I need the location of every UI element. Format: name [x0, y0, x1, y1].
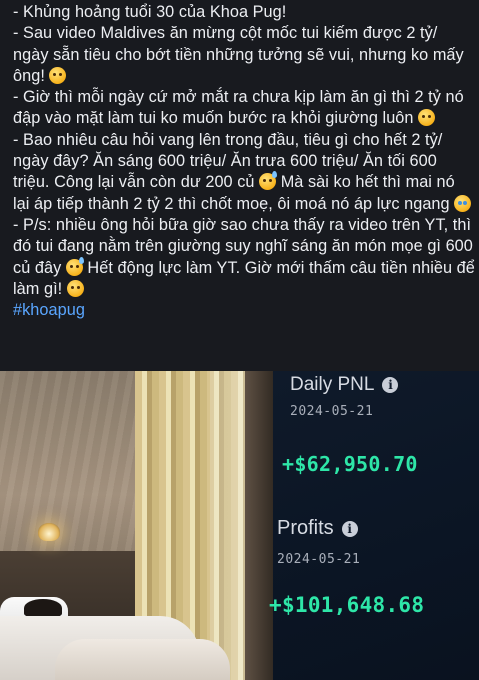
sweat-smile-emoji-icon: [65, 256, 84, 276]
crying-emoji-icon: [454, 194, 472, 212]
window-frame: [245, 371, 275, 680]
person-hair: [24, 599, 62, 617]
pensive-emoji-icon: [418, 109, 436, 127]
daily-pnl-amount: +$62,950.70: [282, 452, 418, 476]
info-icon[interactable]: i: [341, 521, 358, 537]
sweat-smile-emoji-icon: [259, 171, 278, 191]
wall-lamp: [38, 523, 60, 541]
post-line: - Giờ thì mỗi ngày cứ mở mắt ra chưa kịp…: [13, 88, 464, 128]
post-line: - Sau video Maldives ăn mừng cột mốc tui…: [13, 24, 464, 85]
daily-pnl-date: 2024-05-21: [290, 404, 374, 419]
frowning-emoji-icon: [66, 279, 84, 297]
flushed-emoji-icon: [49, 66, 67, 84]
daily-pnl-label: Daily PNL i: [290, 374, 399, 396]
phone-overlay: Daily PNL i 2024-05-21 +$62,950.70 Profit…: [269, 371, 479, 680]
post-photo[interactable]: Daily PNL i 2024-05-21 +$62,950.70 Profit…: [0, 371, 479, 680]
post-line: - P/s: nhiều ông hỏi bữa giờ sao chưa th…: [13, 215, 475, 298]
profits-label: Profits i: [277, 517, 358, 540]
blanket: [55, 639, 230, 680]
hashtag-link[interactable]: #khoapug: [13, 301, 85, 319]
info-icon[interactable]: i: [382, 377, 399, 393]
profits-amount: +$101,648.68: [269, 593, 425, 617]
profits-date: 2024-05-21: [277, 552, 361, 567]
post-text: - Khủng hoảng tuổi 30 của Khoa Pug! - Sa…: [13, 2, 475, 321]
hashtag-line: #khoapug: [13, 300, 475, 321]
post-line: - Khủng hoảng tuổi 30 của Khoa Pug!: [13, 3, 287, 21]
post-line: - Bao nhiêu câu hỏi vang lên trong đầu, …: [13, 130, 475, 215]
